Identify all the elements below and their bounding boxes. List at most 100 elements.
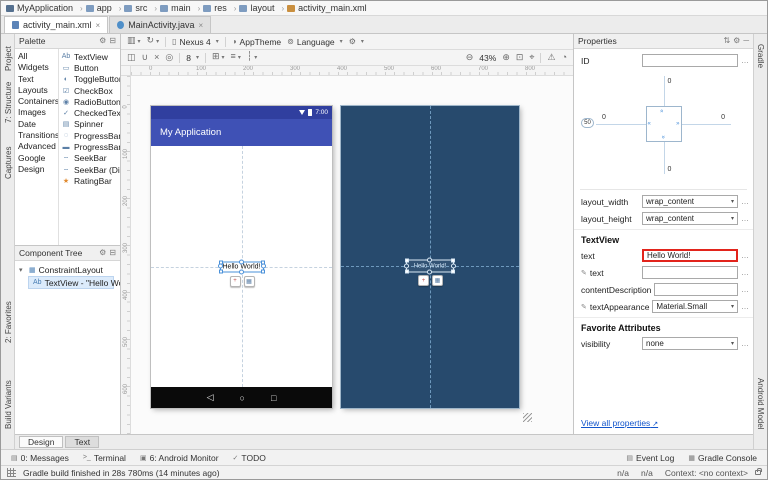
visibility-select[interactable]: none ▾ [642, 337, 738, 350]
browse-dots[interactable]: … [741, 214, 749, 223]
palette-widget[interactable]: ◌ ProgressBar [59, 130, 120, 141]
palette-category[interactable]: All [15, 51, 58, 62]
render-options[interactable] [349, 37, 364, 46]
orientation-icon[interactable]: ↻ [147, 36, 160, 47]
constraint-anchor[interactable] [404, 263, 409, 269]
palette-widget[interactable]: ☑ CheckBox [59, 85, 120, 96]
layout-width-select[interactable]: wrap_content ▾ [642, 195, 738, 208]
editor-mode-tab[interactable]: Text [65, 436, 100, 448]
constraint-anchor[interactable] [427, 269, 432, 275]
tree-item-textview[interactable]: Ab TextView - "Hello Wo [28, 276, 120, 289]
breadcrumb-item[interactable]: layout [239, 3, 284, 13]
warning-icon[interactable]: ⚠ [547, 53, 555, 62]
minimize-icon[interactable]: ─ [743, 37, 749, 45]
locale-selector[interactable]: Language [287, 37, 343, 47]
margin-top-value[interactable]: 0 [668, 78, 672, 85]
tool-stripe-button[interactable]: Android Model [756, 378, 765, 430]
browse-dots[interactable]: … [741, 268, 749, 277]
browse-dots[interactable]: … [741, 339, 749, 348]
browse-dots[interactable]: … [741, 197, 749, 206]
palette-category[interactable]: Text [15, 74, 58, 85]
notifications-bell-icon[interactable]: ◔ [562, 53, 567, 62]
text-input[interactable]: Hello World! [642, 249, 738, 262]
breadcrumb-item[interactable]: res [203, 3, 236, 13]
design-surface-mode-icon[interactable]: ▥ [127, 36, 141, 47]
text-appearance-select[interactable]: Material.Small ▾ [652, 300, 738, 313]
toolwindow-button[interactable]: ✓ TODO [233, 453, 266, 463]
default-margin-selector[interactable]: 8 [186, 53, 199, 63]
resize-handle[interactable] [451, 258, 455, 263]
id-input[interactable] [642, 54, 738, 67]
tool-stripe-button[interactable]: Project [4, 46, 13, 71]
tool-stripe-button[interactable]: Build Variants [4, 380, 13, 429]
palette-widget[interactable]: ◉ RadioButton [59, 96, 120, 107]
design-text-input[interactable] [642, 266, 738, 279]
resize-handle[interactable] [260, 269, 265, 273]
tree-item-constraintlayout[interactable]: ▾ ▦ ConstraintLayout [15, 263, 120, 276]
margin-right-value[interactable]: 0 [721, 114, 725, 121]
browse-dots[interactable]: … [741, 56, 749, 65]
breadcrumb-item[interactable]: MyApplication [6, 3, 83, 13]
palette-category[interactable]: Images [15, 107, 58, 118]
palette-category[interactable]: Date [15, 119, 58, 130]
constraint-anchor[interactable] [260, 263, 266, 269]
pan-icon[interactable]: ⌖ [529, 53, 534, 62]
breadcrumb-item[interactable]: main [160, 3, 200, 13]
palette-widget[interactable]: ╌ SeekBar (Discrete) [59, 164, 120, 175]
pack-selection-icon[interactable]: ⊞ [212, 52, 225, 63]
palette-category[interactable]: Containers [15, 96, 58, 107]
palette-category[interactable]: Widgets [15, 62, 58, 73]
collapse-all-icon[interactable]: ⊟ [109, 37, 116, 45]
palette-category[interactable]: Transitions [15, 130, 58, 141]
palette-category[interactable]: Google [15, 153, 58, 164]
editor-tab[interactable]: MainActivity.java × [109, 16, 212, 33]
surface-resize-handle[interactable] [523, 413, 532, 422]
vertical-bias-slider[interactable]: 50 [581, 118, 594, 128]
gear-icon[interactable]: ⚙ [733, 37, 740, 45]
tool-stripe-button[interactable]: Gradle [756, 44, 765, 68]
guideline-icon[interactable]: ┆ [247, 52, 257, 63]
constraint-action-chip-1[interactable]: + [418, 275, 429, 287]
align-icon[interactable]: ≡ [231, 52, 241, 63]
textview-widget-blueprint[interactable]: Hello World! [404, 257, 456, 275]
close-icon[interactable]: × [96, 21, 101, 30]
design-surface[interactable]: 0 100 200 300 400 500 600 700 800 0 100 200 300 400 5… [121, 66, 573, 434]
margin-left-value[interactable]: 0 [602, 114, 606, 121]
tree-twisty-icon[interactable]: ▾ [19, 266, 26, 274]
toolwindow-switcher-icon[interactable] [7, 468, 16, 477]
toolwindow-button[interactable]: ▣ 6: Android Monitor [140, 453, 219, 463]
constraint-anchor[interactable] [238, 269, 244, 274]
close-icon[interactable]: × [199, 21, 204, 30]
constraint-action-chip-1[interactable]: + [229, 275, 241, 287]
constraint-inspector[interactable]: 0 0 0 0 50 [580, 70, 747, 190]
browse-dots[interactable]: … [741, 302, 749, 311]
editor-mode-tab[interactable]: Design [19, 436, 64, 448]
zoom-to-fit-icon[interactable]: ⊡ [516, 53, 524, 62]
breadcrumb-item[interactable]: src [124, 3, 157, 13]
palette-widget[interactable]: ✓ CheckedTextView [59, 107, 120, 118]
resize-handle[interactable] [405, 269, 409, 274]
browse-dots[interactable]: … [741, 251, 749, 260]
palette-widget[interactable]: ▬ ProgressBar (Horizontal) [59, 141, 121, 152]
tool-stripe-button[interactable]: Captures [4, 147, 13, 179]
resize-handle[interactable] [405, 258, 409, 263]
toolwindow-button[interactable]: ▤ Event Log [626, 453, 674, 463]
resize-handle[interactable] [218, 269, 223, 273]
zoom-out-icon[interactable]: ⊖ [466, 53, 474, 62]
layout-height-select[interactable]: wrap_content ▾ [642, 212, 738, 225]
design-view-phone[interactable]: 7:00 My Application Hello World! + ▦ ◁ ○… [151, 106, 332, 408]
toolwindow-button[interactable]: >_ Terminal [83, 453, 126, 463]
theme-selector[interactable]: AppTheme [232, 37, 282, 47]
editor-tab[interactable]: activity_main.xml × [4, 16, 109, 33]
infer-constraints-icon[interactable]: ◎ [165, 53, 173, 62]
tool-stripe-button[interactable]: 7: Structure [4, 82, 13, 123]
clear-all-constraints-icon[interactable]: × [154, 53, 159, 62]
blueprint-view-phone[interactable]: Hello World! + ▦ [341, 106, 519, 408]
content-description-input[interactable] [654, 283, 738, 296]
constraint-widget-square[interactable] [645, 106, 682, 142]
palette-category[interactable]: Advanced [15, 141, 58, 152]
gear-icon[interactable]: ⚙ [99, 249, 106, 257]
palette-widget[interactable]: ◐ ToggleButton [59, 74, 120, 85]
constraint-anchor[interactable] [238, 259, 244, 264]
toolwindow-button[interactable]: ▤ 0: Messages [11, 453, 69, 463]
